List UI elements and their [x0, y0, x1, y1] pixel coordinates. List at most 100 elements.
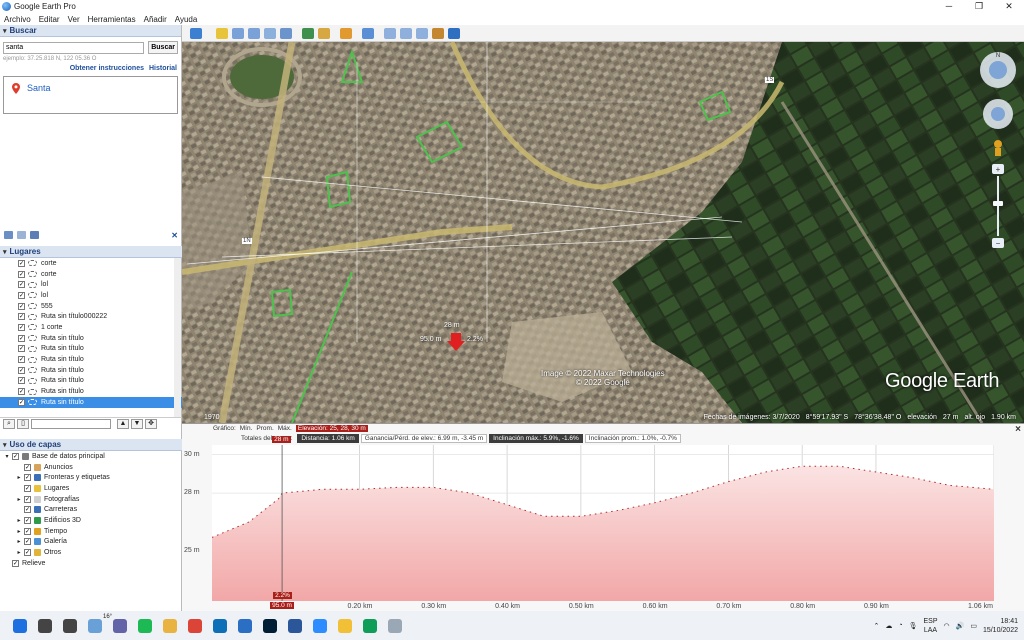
- layer-item[interactable]: ▸ ✓ Otros: [0, 547, 182, 558]
- taskbar-word-icon[interactable]: [288, 618, 302, 633]
- expand-arrow-icon[interactable]: ▸: [16, 517, 22, 524]
- checkbox[interactable]: ✓: [18, 313, 25, 321]
- close-button[interactable]: ✕: [994, 0, 1024, 13]
- expand-arrow-icon[interactable]: ▾: [4, 453, 10, 460]
- navigation-controls[interactable]: N + −: [978, 48, 1018, 258]
- layer-item[interactable]: ▸ ✓ Galería: [0, 537, 182, 548]
- places-item[interactable]: ✓ Ruta sin título: [0, 344, 182, 355]
- taskbar-teams-icon[interactable]: [113, 618, 127, 633]
- places-panel-header[interactable]: ▾ Lugares: [0, 246, 182, 258]
- layer-item[interactable]: ▸ ✓ Tiempo: [0, 526, 182, 537]
- layers-panel-header[interactable]: ▾ Uso de capas: [0, 439, 182, 451]
- places-item[interactable]: ✓ corte: [0, 269, 182, 280]
- close-profile-button[interactable]: ×: [1015, 424, 1021, 435]
- layer-item[interactable]: ▾ ✓ Base de datos principal: [0, 451, 182, 462]
- checkbox[interactable]: ✓: [18, 323, 25, 331]
- checkbox[interactable]: ✓: [18, 334, 25, 342]
- checkbox[interactable]: ✓: [18, 388, 25, 396]
- search-panel-header[interactable]: ▾ Buscar: [0, 25, 181, 37]
- checkbox[interactable]: ✓: [18, 366, 25, 374]
- graph-avg-option[interactable]: Prom.: [256, 425, 273, 432]
- print-map-icon[interactable]: [400, 27, 412, 39]
- search-button[interactable]: Buscar: [148, 41, 178, 54]
- polygon-icon[interactable]: [232, 27, 244, 39]
- places-item[interactable]: ✓ Ruta sin título: [0, 333, 182, 344]
- expand-arrow-icon[interactable]: ▸: [16, 528, 22, 535]
- taskbar-chrome-icon[interactable]: [188, 618, 202, 633]
- taskbar-search-icon[interactable]: [38, 618, 52, 633]
- taskbar-start-icon[interactable]: [13, 618, 27, 633]
- print-icon[interactable]: [30, 231, 39, 239]
- volume-icon[interactable]: 🔊: [956, 622, 965, 630]
- taskbar-google-earth-icon[interactable]: [388, 618, 402, 633]
- move-up-icon[interactable]: ▲: [117, 419, 129, 429]
- collapse-triangle-icon[interactable]: ▾: [3, 27, 7, 35]
- checkbox[interactable]: ✓: [18, 377, 25, 385]
- collapse-triangle-icon[interactable]: ▾: [3, 248, 7, 256]
- graph-min-option[interactable]: Mín.: [240, 425, 253, 432]
- places-item[interactable]: ✓ Ruta sin título: [0, 376, 182, 387]
- microphone-icon[interactable]: 🎙: [909, 622, 918, 630]
- places-filter-input[interactable]: [31, 419, 111, 429]
- elevation-chart[interactable]: [211, 445, 995, 601]
- record-tour-icon[interactable]: [280, 27, 292, 39]
- checkbox[interactable]: ✓: [24, 474, 31, 482]
- battery-icon[interactable]: ▭: [970, 622, 977, 630]
- checkbox[interactable]: ✓: [12, 452, 19, 460]
- layer-item[interactable]: ▸ ✓ Edificios 3D: [0, 515, 182, 526]
- places-item[interactable]: ✓ Ruta sin título: [0, 396, 182, 408]
- expand-arrow-icon[interactable]: ▸: [16, 549, 22, 556]
- places-scrollbar[interactable]: [174, 258, 181, 417]
- elevation-chart-svg[interactable]: [211, 445, 995, 601]
- layer-item[interactable]: ✓ Anuncios: [0, 462, 182, 473]
- directions-link[interactable]: Obtener instrucciones: [70, 65, 144, 72]
- email-icon[interactable]: [384, 27, 396, 39]
- cloud-icon[interactable]: ☁: [885, 622, 892, 630]
- collapse-triangle-icon[interactable]: ▾: [3, 441, 7, 449]
- checkbox[interactable]: ✓: [24, 538, 31, 546]
- history-link[interactable]: Historial: [149, 65, 177, 72]
- taskbar-zoom-icon[interactable]: [313, 618, 327, 633]
- layer-item[interactable]: ✓ Lugares: [0, 483, 182, 494]
- taskbar-explorer-icon[interactable]: [163, 618, 177, 633]
- compass-center-icon[interactable]: [989, 61, 1007, 79]
- move-down-icon[interactable]: ▼: [131, 419, 143, 429]
- checkbox[interactable]: ✓: [24, 506, 31, 514]
- places-item[interactable]: ✓ corte: [0, 258, 182, 269]
- places-item[interactable]: ✓ Ruta sin título: [0, 354, 182, 365]
- taskbar-chrome-2-icon[interactable]: [363, 618, 377, 633]
- search-result-santa[interactable]: Santa: [27, 83, 51, 93]
- layer-item[interactable]: ✓ Relieve: [0, 558, 182, 569]
- places-item[interactable]: ✓ Ruta sin título000222: [0, 311, 182, 322]
- taskbar-spotify-icon[interactable]: [138, 618, 152, 633]
- wifi-icon[interactable]: ◠: [944, 622, 950, 630]
- expand-arrow-icon[interactable]: ▸: [16, 474, 22, 481]
- ruler-icon[interactable]: [362, 27, 374, 39]
- checkbox[interactable]: ✓: [18, 291, 25, 299]
- checkbox[interactable]: ✓: [24, 484, 31, 492]
- checkbox[interactable]: ✓: [24, 495, 31, 503]
- places-item[interactable]: ✓ lol: [0, 290, 182, 301]
- checkbox[interactable]: ✓: [18, 259, 25, 267]
- earth-icon[interactable]: [448, 27, 460, 39]
- taskbar-photoshop-icon[interactable]: [263, 618, 277, 633]
- taskbar-weather-icon[interactable]: [88, 618, 102, 633]
- checkbox[interactable]: ✓: [24, 516, 31, 524]
- network-icon[interactable]: ◔: [898, 622, 902, 629]
- planets-icon[interactable]: [340, 27, 352, 39]
- search-input[interactable]: [3, 41, 145, 54]
- map-view[interactable]: 28 m 95.0 m 2.2% 1N 1S N + − Image © 202…: [182, 42, 1024, 423]
- checkbox[interactable]: ✓: [18, 281, 25, 289]
- input-language[interactable]: ESP LAA: [923, 617, 937, 635]
- places-item[interactable]: ✓ Ruta sin título: [0, 365, 182, 376]
- maximize-button[interactable]: ❐: [964, 0, 994, 13]
- checkbox[interactable]: ✓: [24, 527, 31, 535]
- taskbar-taskview-icon[interactable]: [63, 618, 77, 633]
- expand-arrow-icon[interactable]: ▸: [16, 538, 22, 545]
- tour-icon[interactable]: ✥: [145, 419, 157, 429]
- path-icon[interactable]: [248, 27, 260, 39]
- taskbar-photos-icon[interactable]: [213, 618, 227, 633]
- layer-item[interactable]: ▸ ✓ Fronteras y etiquetas: [0, 472, 182, 483]
- street-view-pegman-icon[interactable]: [994, 140, 1002, 148]
- checkbox[interactable]: ✓: [18, 270, 25, 278]
